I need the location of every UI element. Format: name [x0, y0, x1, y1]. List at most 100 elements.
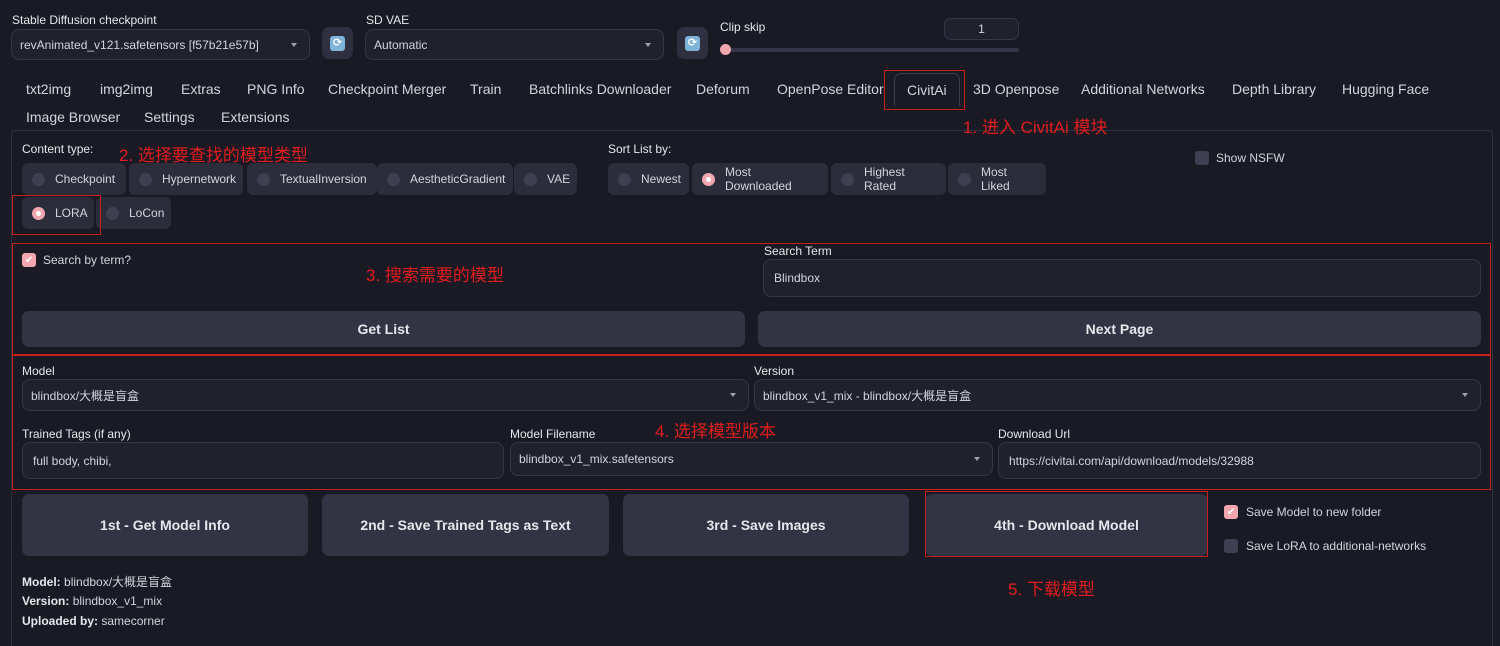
- search-by-term-label: Search by term?: [43, 253, 132, 267]
- tab-img2img[interactable]: img2img: [100, 81, 153, 97]
- radio-indicator-icon: [524, 172, 537, 186]
- refresh-icon: ⟳: [685, 35, 700, 51]
- tab-settings[interactable]: Settings: [144, 109, 195, 125]
- tab-depth-library[interactable]: Depth Library: [1232, 81, 1316, 97]
- chevron-down-icon: [1462, 393, 1468, 397]
- save-trained-tags-button[interactable]: 2nd - Save Trained Tags as Text: [322, 494, 609, 556]
- radio-hypernetwork[interactable]: Hypernetwork: [129, 163, 243, 195]
- radio-label: TextualInversion: [280, 172, 367, 186]
- chevron-down-icon: [645, 42, 651, 47]
- radio-label: LORA: [55, 206, 88, 220]
- tab-batchlinks-downloader[interactable]: Batchlinks Downloader: [529, 81, 671, 97]
- save-images-button[interactable]: 3rd - Save Images: [623, 494, 909, 556]
- refresh-icon: ⟳: [330, 35, 345, 51]
- sort-label: Sort List by:: [608, 142, 672, 156]
- radio-label: LoCon: [129, 206, 165, 220]
- checkpoint-select[interactable]: revAnimated_v121.safetensors [f57b21e57b…: [11, 29, 310, 60]
- radio-textualinversion[interactable]: TextualInversion: [247, 163, 377, 195]
- radio-most-liked[interactable]: Most Liked: [948, 163, 1046, 195]
- tab-extensions[interactable]: Extensions: [221, 109, 289, 125]
- radio-newest[interactable]: Newest: [608, 163, 689, 195]
- radio-indicator-icon: [387, 172, 400, 186]
- tab-extras[interactable]: Extras: [181, 81, 221, 97]
- radio-indicator-icon: [257, 172, 270, 186]
- info-model: Model: blindbox/大概是盲盒: [22, 573, 172, 590]
- tab-civitai[interactable]: CivitAi: [894, 73, 960, 106]
- tab-txt2img[interactable]: txt2img: [26, 81, 71, 97]
- tab-deforum[interactable]: Deforum: [696, 81, 750, 97]
- trained-tags-label: Trained Tags (if any): [22, 427, 131, 441]
- check-icon: ✔: [22, 253, 36, 267]
- info-uploader-value: samecorner: [101, 614, 165, 628]
- radio-highest-rated[interactable]: Highest Rated: [831, 163, 946, 195]
- radio-aestheticgradient[interactable]: AestheticGradient: [377, 163, 513, 195]
- radio-vae[interactable]: VAE: [514, 163, 577, 195]
- vae-select[interactable]: Automatic: [365, 29, 664, 60]
- show-nsfw-label: Show NSFW: [1216, 151, 1285, 165]
- tab-3d-openpose[interactable]: 3D Openpose: [973, 81, 1059, 97]
- info-version-value: blindbox_v1_mix: [72, 594, 163, 608]
- radio-most-downloaded[interactable]: Most Downloaded: [692, 163, 828, 195]
- download-url-textbox[interactable]: https://civitai.com/api/download/models/…: [998, 442, 1481, 479]
- clip-skip-label: Clip skip: [720, 20, 766, 34]
- radio-label: Newest: [641, 172, 682, 186]
- save-model-new-folder-checkbox[interactable]: ✔ Save Model to new folder: [1224, 505, 1381, 519]
- radio-label: Checkpoint: [55, 172, 116, 186]
- chevron-down-icon: [291, 42, 297, 47]
- radio-lora[interactable]: LORA: [22, 197, 94, 229]
- search-by-term-checkbox[interactable]: ✔ Search by term?: [22, 253, 131, 267]
- tab-additional-networks[interactable]: Additional Networks: [1081, 81, 1205, 97]
- checkpoint-value: revAnimated_v121.safetensors [f57b21e57b…: [20, 37, 259, 52]
- save-lora-addnet-checkbox[interactable]: Save LoRA to additional-networks: [1224, 539, 1426, 553]
- refresh-checkpoint-button[interactable]: ⟳: [322, 27, 353, 59]
- annotation-step-4: 4. 选择模型版本: [655, 422, 776, 441]
- tab-checkpoint-merger[interactable]: Checkpoint Merger: [328, 81, 446, 97]
- tab-png-info[interactable]: PNG Info: [247, 81, 305, 97]
- model-filename-label: Model Filename: [510, 427, 596, 441]
- annotation-step-3: 3. 搜索需要的模型: [366, 266, 504, 285]
- search-term-value: Blindbox: [774, 271, 821, 285]
- radio-indicator-icon: [32, 206, 45, 220]
- model-filename-select[interactable]: blindbox_v1_mix.safetensors: [510, 442, 993, 476]
- info-version: Version: blindbox_v1_mix: [22, 594, 162, 608]
- trained-tags-value: full body, chibi,: [33, 453, 112, 468]
- radio-indicator-icon: [958, 172, 971, 186]
- radio-label: Highest Rated: [864, 165, 905, 193]
- refresh-vae-button[interactable]: ⟳: [677, 27, 708, 59]
- download-model-button[interactable]: 4th - Download Model: [925, 494, 1208, 556]
- show-nsfw-checkbox[interactable]: Show NSFW: [1195, 151, 1285, 165]
- radio-label: Most Downloaded: [725, 165, 792, 193]
- download-url-label: Download Url: [998, 427, 1071, 441]
- checkpoint-label: Stable Diffusion checkpoint: [12, 13, 157, 27]
- clip-skip-slider-thumb[interactable]: [720, 44, 731, 55]
- save-lora-addnet-label: Save LoRA to additional-networks: [1246, 539, 1427, 553]
- annotation-step-2: 2. 选择要查找的模型类型: [119, 146, 308, 165]
- version-value: blindbox_v1_mix - blindbox/大概是盲盒: [763, 388, 972, 403]
- radio-label: VAE: [547, 172, 571, 186]
- clip-skip-number-input[interactable]: 1: [944, 18, 1019, 40]
- info-uploader: Uploaded by: samecorner: [22, 614, 165, 628]
- radio-checkpoint[interactable]: Checkpoint: [22, 163, 126, 195]
- clip-skip-slider-track[interactable]: [725, 48, 1019, 52]
- checkbox-box: [1224, 539, 1238, 553]
- tab-hugging-face[interactable]: Hugging Face: [1342, 81, 1429, 97]
- save-model-new-folder-label: Save Model to new folder: [1246, 505, 1382, 519]
- vae-label: SD VAE: [366, 13, 410, 27]
- radio-label: Most Liked: [981, 165, 1010, 193]
- radio-label: AestheticGradient: [410, 172, 506, 186]
- get-model-info-button[interactable]: 1st - Get Model Info: [22, 494, 308, 556]
- radio-locon[interactable]: LoCon: [96, 197, 171, 229]
- info-version-key: Version:: [22, 594, 70, 608]
- search-term-input[interactable]: Blindbox: [763, 259, 1481, 297]
- download-url-value: https://civitai.com/api/download/models/…: [1009, 453, 1254, 468]
- version-select[interactable]: blindbox_v1_mix - blindbox/大概是盲盒: [754, 379, 1481, 411]
- next-page-button[interactable]: Next Page: [758, 311, 1481, 347]
- tab-train[interactable]: Train: [470, 81, 501, 97]
- search-term-label: Search Term: [764, 244, 832, 258]
- tab-openpose-editor[interactable]: OpenPose Editor: [777, 81, 884, 97]
- tab-image-browser[interactable]: Image Browser: [26, 109, 120, 125]
- model-select[interactable]: blindbox/大概是盲盒: [22, 379, 749, 411]
- trained-tags-textbox[interactable]: full body, chibi,: [22, 442, 504, 479]
- get-list-button[interactable]: Get List: [22, 311, 745, 347]
- clip-skip-value: 1: [978, 22, 985, 36]
